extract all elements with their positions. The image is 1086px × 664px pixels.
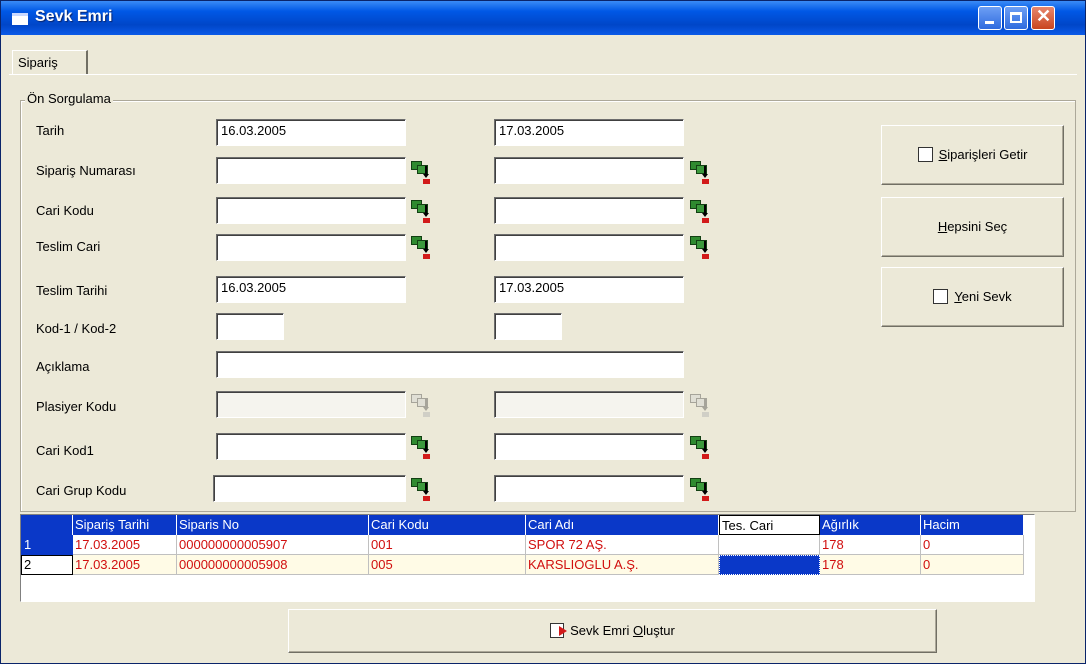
lookup-icon[interactable] (687, 158, 713, 184)
lookup-icon[interactable] (408, 197, 434, 223)
cari-kod1-label: Cari Kod1 (36, 443, 94, 458)
table-cell[interactable]: SPOR 72 AŞ. (526, 535, 719, 555)
cari-grup-kodu-to-input[interactable] (494, 475, 684, 502)
lookup-icon[interactable] (408, 475, 434, 501)
plasiyer-kodu-label: Plasiyer Kodu (36, 399, 117, 414)
plasiyer-kodu-from-input[interactable] (216, 391, 406, 418)
tarih-from-input[interactable]: 16.03.2005 (216, 119, 406, 146)
cari-kodu-from-input[interactable] (216, 197, 406, 224)
olustur-label-pre: Sevk Emri (570, 623, 633, 638)
selected-cell[interactable] (719, 555, 820, 575)
lookup-icon[interactable] (408, 233, 434, 259)
row-number[interactable]: 2 (21, 555, 73, 575)
lookup-disabled-icon (408, 391, 434, 417)
siparis-numarasi-label: Sipariş Numarası (36, 163, 136, 178)
hepsini-sec-accel: H (937, 219, 948, 234)
grid-header-corner (21, 515, 73, 535)
new-document-icon (933, 289, 949, 304)
cari-kod1-to-input[interactable] (494, 433, 684, 460)
close-button[interactable]: ✕ (1031, 6, 1055, 30)
row-number[interactable]: 1 (21, 535, 73, 555)
col-siparis-tarihi[interactable]: Sipariş Tarihi (73, 515, 177, 535)
table-cell[interactable]: 0 (921, 535, 1024, 555)
lookup-icon[interactable] (687, 197, 713, 223)
table-cell[interactable]: 178 (820, 555, 921, 575)
cari-kodu-to-input[interactable] (494, 197, 684, 224)
teslim-tarihi-label: Teslim Tarihi (36, 283, 108, 298)
siparis-grid[interactable]: Sipariş Tarihi Siparis No Cari Kodu Cari… (20, 514, 1035, 602)
lookup-icon[interactable] (687, 233, 713, 259)
maximize-button[interactable] (1004, 6, 1028, 30)
table-cell[interactable]: 0 (921, 555, 1024, 575)
sevk-emri-olustur-button[interactable]: Sevk Emri Oluştur (288, 609, 937, 653)
yeni-sevk-button[interactable]: Yeni Sevk (881, 267, 1064, 327)
cari-grup-kodu-label: Cari Grup Kodu (36, 483, 127, 498)
aciklama-label: Açıklama (36, 359, 90, 374)
group-label: Ön Sorgulama (25, 91, 113, 106)
table-cell[interactable]: 001 (369, 535, 526, 555)
col-tes-cari[interactable]: Tes. Cari (719, 515, 820, 535)
tab-siparis-label: Sipariş (18, 55, 58, 70)
col-cari-kodu[interactable]: Cari Kodu (369, 515, 526, 535)
tab-divider (9, 74, 1077, 75)
close-icon: ✕ (1036, 6, 1052, 26)
yeni-sevk-label: eni Sevk (961, 289, 1012, 304)
lookup-icon[interactable] (687, 475, 713, 501)
siparis-numarasi-from-input[interactable] (216, 157, 406, 184)
window-title: Sevk Emri (35, 8, 113, 25)
lookup-icon[interactable] (408, 433, 434, 459)
kod1-input[interactable] (216, 313, 284, 340)
table-cell[interactable]: 000000000005907 (177, 535, 369, 555)
teslim-cari-from-input[interactable] (216, 234, 406, 261)
teslim-tarihi-to-input[interactable]: 17.03.2005 (494, 276, 684, 303)
siparis-numarasi-to-input[interactable] (494, 157, 684, 184)
siparisleri-getir-button[interactable]: Siparişleri Getir (881, 125, 1064, 185)
siparisleri-getir-accel: S (938, 147, 948, 162)
table-cell[interactable]: 178 (820, 535, 921, 555)
teslim-cari-to-input[interactable] (494, 234, 684, 261)
kod-label: Kod-1 / Kod-2 (36, 321, 117, 336)
window-icon (12, 13, 28, 25)
col-agirlik[interactable]: Ağırlık (820, 515, 921, 535)
hepsini-sec-label: epsini Seç (947, 219, 1008, 234)
teslim-tarihi-from-input[interactable]: 16.03.2005 (216, 276, 406, 303)
siparisleri-getir-label: iparişleri Getir (947, 147, 1028, 162)
table-cell[interactable] (719, 535, 820, 555)
col-cari-adi[interactable]: Cari Adı (526, 515, 719, 535)
plasiyer-kodu-to-input[interactable] (494, 391, 684, 418)
col-hacim[interactable]: Hacim (921, 515, 1024, 535)
lookup-icon[interactable] (408, 158, 434, 184)
table-cell[interactable]: 17.03.2005 (73, 535, 177, 555)
table-cell[interactable]: KARSLIOGLU A.Ş. (526, 555, 719, 575)
title-bar[interactable]: Sevk Emri ✕ (1, 1, 1085, 35)
yeni-sevk-accel: Y (954, 289, 962, 304)
minimize-icon (985, 21, 994, 24)
lookup-disabled-icon (687, 391, 713, 417)
minimize-button[interactable] (978, 6, 1002, 30)
tarih-label: Tarih (36, 123, 65, 138)
col-siparis-no[interactable]: Siparis No (177, 515, 369, 535)
olustur-label: luştur (643, 623, 675, 638)
cari-kodu-label: Cari Kodu (36, 203, 94, 218)
create-document-icon (550, 623, 568, 638)
maximize-icon (1010, 12, 1022, 23)
documents-icon (917, 147, 933, 162)
tarih-to-input[interactable]: 17.03.2005 (494, 119, 684, 146)
aciklama-input[interactable] (216, 351, 684, 378)
lookup-icon[interactable] (687, 433, 713, 459)
tab-siparis[interactable]: Sipariş (12, 50, 88, 74)
olustur-accel: O (632, 623, 644, 638)
kod2-input[interactable] (494, 313, 562, 340)
teslim-cari-label: Teslim Cari (36, 239, 101, 254)
cari-grup-kodu-from-input[interactable] (213, 475, 406, 502)
hepsini-sec-button[interactable]: Hepsini Seç (881, 197, 1064, 257)
cari-kod1-from-input[interactable] (216, 433, 406, 460)
table-cell[interactable]: 17.03.2005 (73, 555, 177, 575)
table-cell[interactable]: 005 (369, 555, 526, 575)
table-cell[interactable]: 000000000005908 (177, 555, 369, 575)
sevk-emri-window: Sevk Emri ✕ Sipariş Ön Sorgulama Tarih 1… (0, 0, 1086, 664)
